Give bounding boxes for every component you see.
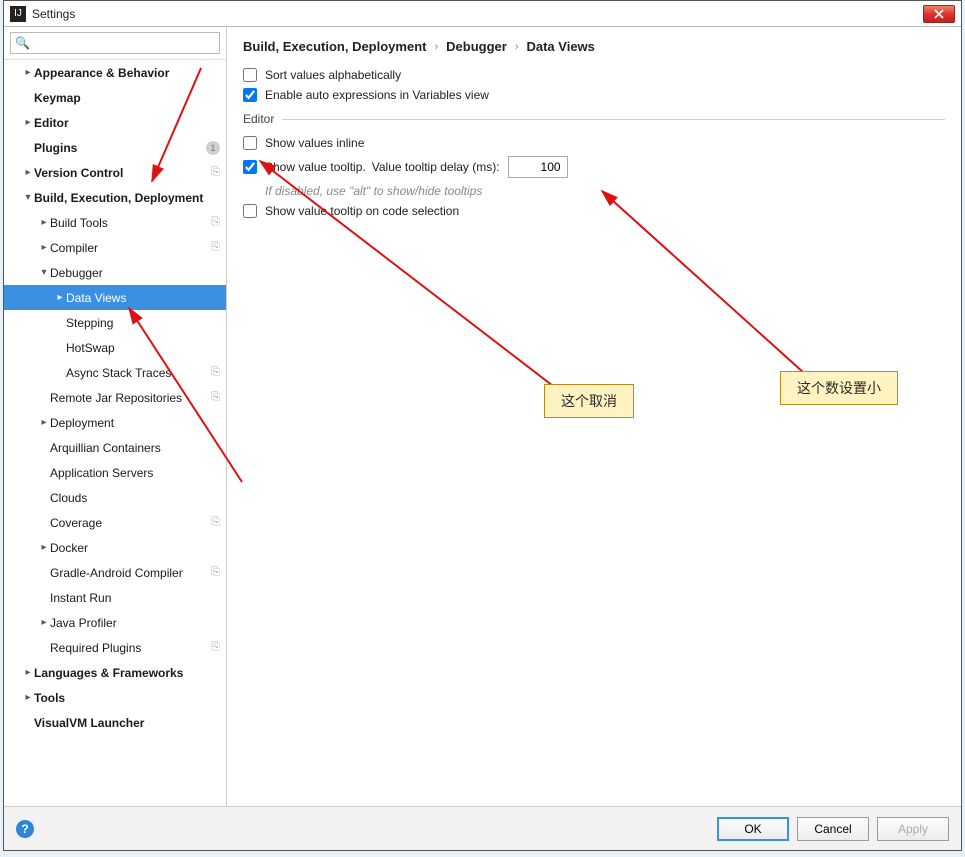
section-editor: Editor — [243, 112, 945, 126]
tree-version-control[interactable]: ▸Version Control⎘ — [4, 160, 226, 185]
chevron-right-icon: ▸ — [22, 117, 34, 128]
sort-values-label: Sort values alphabetically — [265, 68, 401, 82]
tree-coverage[interactable]: Coverage⎘ — [4, 510, 226, 535]
scope-icon: ⎘ — [211, 641, 220, 654]
chevron-right-icon: › — [434, 41, 438, 53]
show-values-inline-checkbox[interactable] — [243, 136, 257, 150]
chevron-right-icon: ▸ — [22, 67, 34, 78]
chevron-down-icon: ▾ — [38, 267, 50, 278]
titlebar: IJ Settings — [4, 1, 961, 27]
annotation-cancel-this: 这个取消 — [544, 384, 634, 418]
auto-expr-checkbox[interactable] — [243, 88, 257, 102]
close-icon — [934, 9, 944, 19]
tree-gradle-android[interactable]: Gradle-Android Compiler⎘ — [4, 560, 226, 585]
tree-async[interactable]: Async Stack Traces⎘ — [4, 360, 226, 385]
window-title: Settings — [32, 7, 75, 21]
plugins-badge: 1 — [206, 141, 220, 155]
close-button[interactable] — [923, 5, 955, 23]
sort-values-checkbox[interactable] — [243, 68, 257, 82]
settings-tree: ▸Appearance & Behavior Keymap ▸Editor Pl… — [4, 60, 226, 806]
scope-icon: ⎘ — [211, 366, 220, 379]
tree-compiler[interactable]: ▸Compiler⎘ — [4, 235, 226, 260]
tooltip-delay-input[interactable] — [508, 156, 568, 178]
tree-remote-jar[interactable]: Remote Jar Repositories⎘ — [4, 385, 226, 410]
show-tooltip-label: Show value tooltip. — [265, 160, 366, 174]
tree-editor[interactable]: ▸Editor — [4, 110, 226, 135]
chevron-right-icon: ▸ — [38, 217, 50, 228]
show-tooltip-checkbox[interactable] — [243, 160, 257, 174]
tree-data-views[interactable]: ▸Data Views — [4, 285, 226, 310]
tree-tools[interactable]: ▸Tools — [4, 685, 226, 710]
breadcrumb-item[interactable]: Debugger — [446, 39, 507, 54]
tree-deployment[interactable]: ▸Deployment — [4, 410, 226, 435]
chevron-down-icon: ▾ — [22, 192, 34, 203]
scope-icon: ⎘ — [211, 166, 220, 179]
tree-keymap[interactable]: Keymap — [4, 85, 226, 110]
breadcrumb-item[interactable]: Build, Execution, Deployment — [243, 39, 426, 54]
show-values-inline-label: Show values inline — [265, 136, 364, 150]
tree-debugger[interactable]: ▾Debugger — [4, 260, 226, 285]
search-bar: 🔍 — [4, 27, 226, 60]
scope-icon: ⎘ — [211, 241, 220, 254]
help-button[interactable]: ? — [16, 820, 34, 838]
tree-stepping[interactable]: Stepping — [4, 310, 226, 335]
scope-icon: ⎘ — [211, 391, 220, 404]
tree-build-tools[interactable]: ▸Build Tools⎘ — [4, 210, 226, 235]
dialog-footer: ? OK Cancel Apply — [4, 806, 961, 850]
tree-instant-run[interactable]: Instant Run — [4, 585, 226, 610]
chevron-right-icon: › — [515, 41, 519, 53]
chevron-right-icon: ▸ — [38, 542, 50, 553]
app-icon: IJ — [10, 6, 26, 22]
tree-app-servers[interactable]: Application Servers — [4, 460, 226, 485]
tree-bed[interactable]: ▾Build, Execution, Deployment — [4, 185, 226, 210]
chevron-right-icon: ▸ — [38, 617, 50, 628]
auto-expr-label: Enable auto expressions in Variables vie… — [265, 88, 489, 102]
tree-lang-fw[interactable]: ▸Languages & Frameworks — [4, 660, 226, 685]
chevron-right-icon: ▸ — [22, 167, 34, 178]
tree-java-profiler[interactable]: ▸Java Profiler — [4, 610, 226, 635]
ok-button[interactable]: OK — [717, 817, 789, 841]
chevron-right-icon: ▸ — [38, 417, 50, 428]
tooltip-hint: If disabled, use "alt" to show/hide tool… — [265, 184, 945, 198]
tooltip-code-sel-label: Show value tooltip on code selection — [265, 204, 459, 218]
tree-plugins[interactable]: Plugins1 — [4, 135, 226, 160]
chevron-right-icon: ▸ — [38, 242, 50, 253]
chevron-right-icon: ▸ — [22, 692, 34, 703]
tooltip-code-sel-checkbox[interactable] — [243, 204, 257, 218]
chevron-right-icon: ▸ — [54, 292, 66, 303]
tree-required-plugins[interactable]: Required Plugins⎘ — [4, 635, 226, 660]
annotation-set-small: 这个数设置小 — [780, 371, 898, 405]
sidebar: 🔍 ▸Appearance & Behavior Keymap ▸Editor … — [4, 27, 227, 806]
tree-hotswap[interactable]: HotSwap — [4, 335, 226, 360]
scope-icon: ⎘ — [211, 516, 220, 529]
search-input[interactable] — [10, 32, 220, 54]
cancel-button[interactable]: Cancel — [797, 817, 869, 841]
breadcrumb-item: Data Views — [526, 39, 594, 54]
scope-icon: ⎘ — [211, 216, 220, 229]
tree-arquillian[interactable]: Arquillian Containers — [4, 435, 226, 460]
tree-clouds[interactable]: Clouds — [4, 485, 226, 510]
breadcrumb: Build, Execution, Deployment › Debugger … — [243, 39, 945, 54]
search-icon: 🔍 — [15, 36, 30, 50]
scope-icon: ⎘ — [211, 566, 220, 579]
tree-docker[interactable]: ▸Docker — [4, 535, 226, 560]
chevron-right-icon: ▸ — [22, 667, 34, 678]
tooltip-delay-label: Value tooltip delay (ms): — [372, 160, 500, 174]
tree-appearance[interactable]: ▸Appearance & Behavior — [4, 60, 226, 85]
apply-button[interactable]: Apply — [877, 817, 949, 841]
tree-visualvm[interactable]: VisualVM Launcher — [4, 710, 226, 735]
